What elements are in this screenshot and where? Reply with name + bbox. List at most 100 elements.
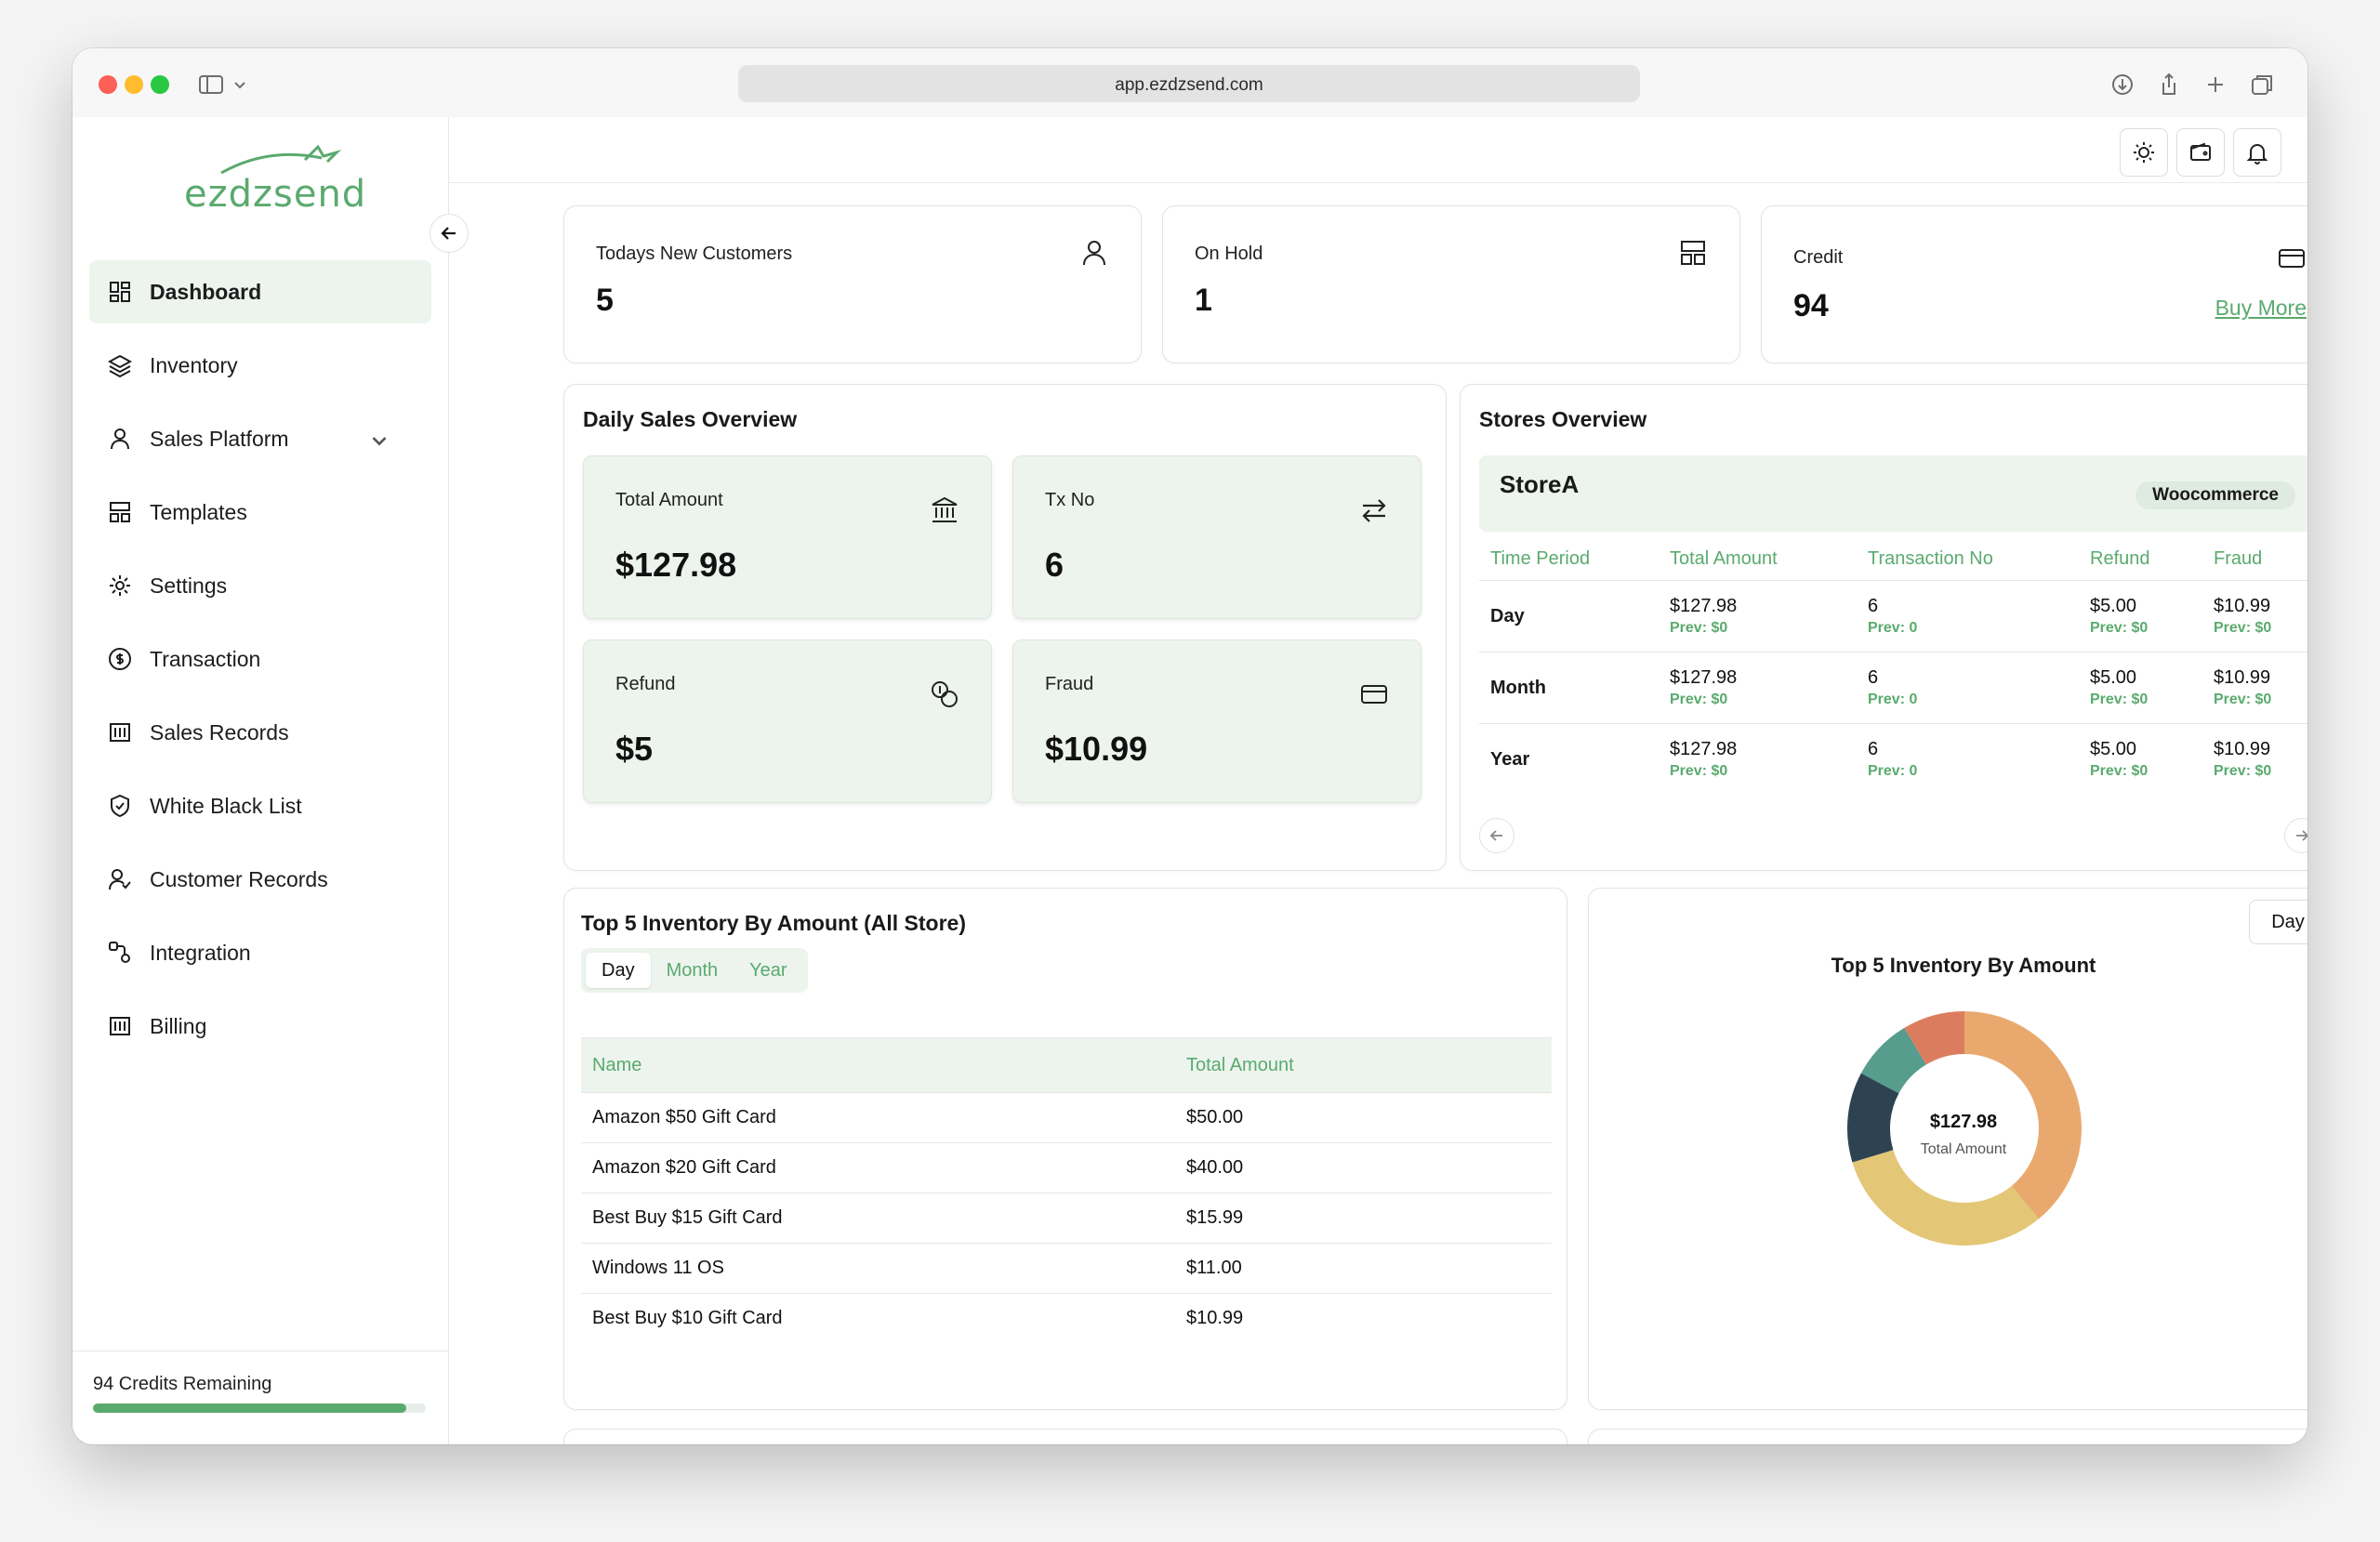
stat-value: 1 xyxy=(1195,283,1212,318)
sidebar-item-billing[interactable]: Billing xyxy=(89,995,431,1058)
table-header-row: Name Total Amount xyxy=(581,1037,1552,1093)
donut-slice[interactable] xyxy=(1852,1150,2039,1245)
table-row: Month $127.98 Prev: $0 6 Prev: 0 $5.00 Prev… xyxy=(1479,652,2307,724)
daily-fraud-card: Fraud $10.99 xyxy=(1012,639,1421,803)
sidebar-item-templates[interactable]: Templates xyxy=(89,481,431,544)
new-tab-icon[interactable] xyxy=(2200,69,2231,100)
address-bar[interactable]: app.ezdzsend.com xyxy=(738,65,1640,102)
stores-overview-card: Stores Overview StoreA Woocommerce Time … xyxy=(1460,384,2307,871)
next-card-left xyxy=(563,1429,1567,1444)
item-name: Amazon $20 Gift Card xyxy=(581,1142,1175,1193)
period-label: Month xyxy=(1490,677,1546,698)
sidebar-item-inventory[interactable]: Inventory xyxy=(89,334,431,397)
wallet-icon xyxy=(2190,142,2211,161)
item-amount: $50.00 xyxy=(1175,1092,1552,1143)
sidebar-item-label: White Black List xyxy=(150,793,302,818)
total-value: $127.98 xyxy=(1670,596,1738,616)
user-icon xyxy=(111,428,129,450)
theme-toggle-button[interactable] xyxy=(2120,128,2168,177)
refund-prev: Prev: $0 xyxy=(2090,620,2149,636)
total-prev: Prev: $0 xyxy=(1670,763,1728,779)
sidebar-item-label: Inventory xyxy=(150,352,238,377)
sidebar-item-sales-platform[interactable]: Sales Platform xyxy=(89,407,431,470)
next-store-button[interactable] xyxy=(2284,818,2307,853)
top-inventory-chart-card: Day Top 5 Inventory By Amount $127.98 To… xyxy=(1588,888,2307,1410)
user-icon xyxy=(1083,241,1105,266)
stat-card-new-customers: Todays New Customers 5 xyxy=(563,205,1142,363)
previous-store-button[interactable] xyxy=(1479,818,1514,853)
arrow-left-icon xyxy=(441,227,456,240)
sidebar-item-customer-records[interactable]: Customer Records xyxy=(89,848,431,911)
period-tabs: Day Month Year xyxy=(581,948,808,993)
item-amount: $11.00 xyxy=(1175,1243,1552,1294)
sun-icon xyxy=(2134,142,2154,163)
refund-value: $5.00 xyxy=(2090,739,2137,759)
tab-month[interactable]: Month xyxy=(651,953,734,988)
mini-label: Refund xyxy=(615,674,676,694)
sidebar: ezdzsend Dashboard Inventory Sales Platf… xyxy=(73,117,449,1444)
billing-icon xyxy=(110,1017,130,1035)
column-header: Fraud xyxy=(2202,537,2307,581)
sidebar-item-settings[interactable]: Settings xyxy=(89,554,431,617)
minimize-window-button[interactable] xyxy=(125,75,143,94)
period-label: Day xyxy=(1490,605,1525,626)
app: ezdzsend Dashboard Inventory Sales Platf… xyxy=(73,117,2307,1444)
share-icon[interactable] xyxy=(2153,69,2185,100)
sidebar-item-label: Settings xyxy=(150,573,228,598)
column-header: Name xyxy=(581,1037,1175,1093)
top-bar xyxy=(448,117,2307,183)
notifications-button[interactable] xyxy=(2233,128,2281,177)
tab-year[interactable]: Year xyxy=(734,953,802,988)
dashboard-icon xyxy=(110,282,130,302)
zoom-window-button[interactable] xyxy=(151,75,169,94)
daily-sales-overview-card: Daily Sales Overview Total Amount $127.9… xyxy=(563,384,1447,871)
buy-more-link[interactable]: Buy More xyxy=(2215,296,2307,321)
sidebar-item-dashboard[interactable]: Dashboard xyxy=(89,260,431,323)
sidebar-item-integration[interactable]: Integration xyxy=(89,921,431,984)
mini-value: $5 xyxy=(615,730,654,768)
download-icon[interactable] xyxy=(2107,69,2138,100)
total-value: $127.98 xyxy=(1670,667,1738,688)
column-header: Time Period xyxy=(1479,537,1659,581)
tx-prev: Prev: 0 xyxy=(1868,763,1918,779)
sidebar-item-label: Billing xyxy=(150,1013,207,1038)
tabs-overview-icon[interactable] xyxy=(2246,69,2278,100)
section-title: Top 5 Inventory By Amount (All Store) xyxy=(581,911,967,935)
daily-refund-card: Refund $5 xyxy=(583,639,992,803)
gear-icon xyxy=(110,575,130,596)
item-name: Windows 11 OS xyxy=(581,1243,1175,1294)
records-icon xyxy=(110,723,130,742)
sidebar-item-white-black-list[interactable]: White Black List xyxy=(89,774,431,837)
sidebar-item-label: Sales Platform xyxy=(150,426,289,451)
chart-period-button[interactable]: Day xyxy=(2249,900,2307,944)
sidebar-item-sales-records[interactable]: Sales Records xyxy=(89,701,431,764)
templates-icon xyxy=(110,502,130,522)
chevron-down-icon[interactable] xyxy=(231,69,249,100)
brand-logo[interactable]: ezdzsend xyxy=(184,141,389,225)
fraud-value: $10.99 xyxy=(2214,739,2271,759)
tab-day[interactable]: Day xyxy=(586,953,651,988)
stat-label: Todays New Customers xyxy=(596,244,793,264)
wallet-button[interactable] xyxy=(2176,128,2225,177)
item-name: Best Buy $15 Gift Card xyxy=(581,1193,1175,1244)
coins-icon xyxy=(932,681,958,707)
arrow-left-icon xyxy=(1489,830,1502,841)
section-title: Stores Overview xyxy=(1479,407,1647,431)
chevron-down-icon[interactable] xyxy=(367,429,391,454)
stat-value: 5 xyxy=(596,283,614,318)
close-window-button[interactable] xyxy=(99,75,117,94)
table-header-row: Time Period Total Amount Transaction No … xyxy=(1479,537,2307,581)
sidebar-toggle-icon[interactable] xyxy=(195,69,227,100)
stat-value: 94 xyxy=(1793,288,1829,323)
stat-label: On Hold xyxy=(1195,244,1263,264)
item-name: Best Buy $10 Gift Card xyxy=(592,1308,783,1328)
credits-remaining: 94 Credits Remaining xyxy=(73,1351,448,1444)
user-check-icon xyxy=(109,869,131,890)
sidebar-item-transaction[interactable]: Transaction xyxy=(89,627,431,691)
collapse-sidebar-button[interactable] xyxy=(430,214,469,253)
mini-value: $10.99 xyxy=(1045,730,1148,768)
layout-icon xyxy=(1681,241,1705,265)
dollar-icon xyxy=(109,648,131,670)
table-row: Amazon $20 Gift Card $40.00 xyxy=(581,1142,1552,1193)
chart-title: Top 5 Inventory By Amount xyxy=(1831,954,2096,977)
